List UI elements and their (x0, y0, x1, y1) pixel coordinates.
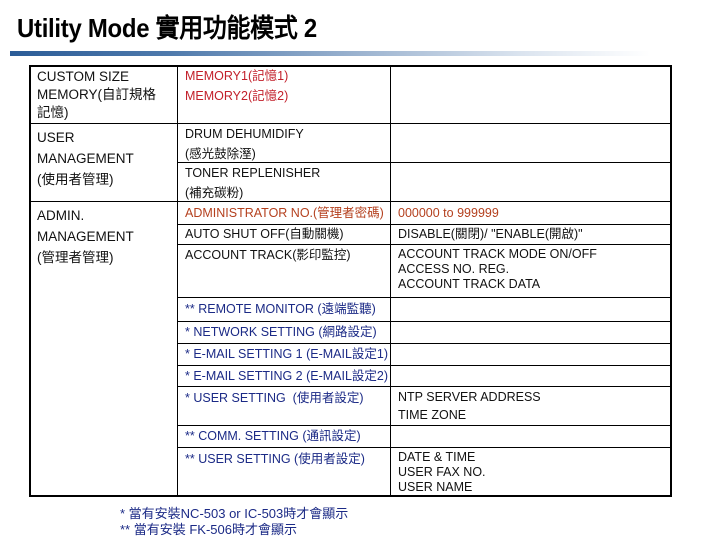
row-divider (177, 386, 672, 387)
footnote-double-asterisk: ** 當有安裝 FK-506時才會顯示 (120, 522, 297, 537)
item-email-setting-2: * E-MAIL SETTING 2 (E-MAIL設定2) (185, 369, 389, 383)
row-divider (177, 447, 672, 448)
item-administrator-no: ADMINISTRATOR NO.(管理者密碼) (185, 206, 384, 220)
footnote-single-asterisk: * 當有安裝NC-503 or IC-503時才會顯示 (120, 506, 349, 521)
column-divider-2 (390, 65, 391, 497)
item-auto-shut-off: AUTO SHUT OFF(自動關機) (185, 227, 344, 241)
section-label-user-management: USER MANAGEMENT (使用者管理) (37, 130, 134, 187)
detail-administrator-no-range: 000000 to 999999 (398, 206, 499, 220)
item-toner-replenisher: TONER REPLENISHER (補充碳粉) (185, 166, 321, 200)
detail-auto-shut-off-options: DISABLE(關閉)/ "ENABLE(開啟)" (398, 227, 583, 241)
item-user-setting-network: * USER SETTING (使用者設定) (185, 391, 364, 405)
title-underline-bar (10, 51, 650, 56)
detail-user-setting-network: NTP SERVER ADDRESS TIME ZONE (398, 390, 541, 422)
item-network-setting: * NETWORK SETTING (網路設定) (185, 325, 377, 339)
page-title: Utility Mode 實用功能模式 2 (17, 13, 317, 43)
column-divider-1 (177, 65, 178, 497)
section-label-admin-management: ADMIN. MANAGEMENT (管理者管理) (37, 208, 134, 265)
item-remote-monitor: ** REMOTE MONITOR (遠端監聽) (185, 302, 376, 316)
section-label-custom-size-memory: CUSTOM SIZE MEMORY(自訂規格 記憶) (37, 69, 157, 120)
item-drum-dehumidify: DRUM DEHUMIDIFY (感光鼓除溼) (185, 127, 304, 161)
detail-user-setting-fax: DATE & TIME USER FAX NO. USER NAME (398, 450, 486, 494)
row-divider (29, 201, 672, 202)
row-divider (29, 123, 672, 124)
item-comm-setting: ** COMM. SETTING (通訊設定) (185, 429, 361, 443)
item-email-setting-1: * E-MAIL SETTING 1 (E-MAIL設定1) (185, 347, 389, 361)
item-memory: MEMORY1(記憶1) MEMORY2(記憶2) (185, 69, 289, 103)
item-user-setting-fax: ** USER SETTING (使用者設定) (185, 452, 365, 466)
item-account-track: ACCOUNT TRACK(影印監控) (185, 248, 351, 262)
detail-account-track: ACCOUNT TRACK MODE ON/OFF ACCESS NO. REG… (398, 247, 597, 291)
row-divider (177, 297, 672, 298)
